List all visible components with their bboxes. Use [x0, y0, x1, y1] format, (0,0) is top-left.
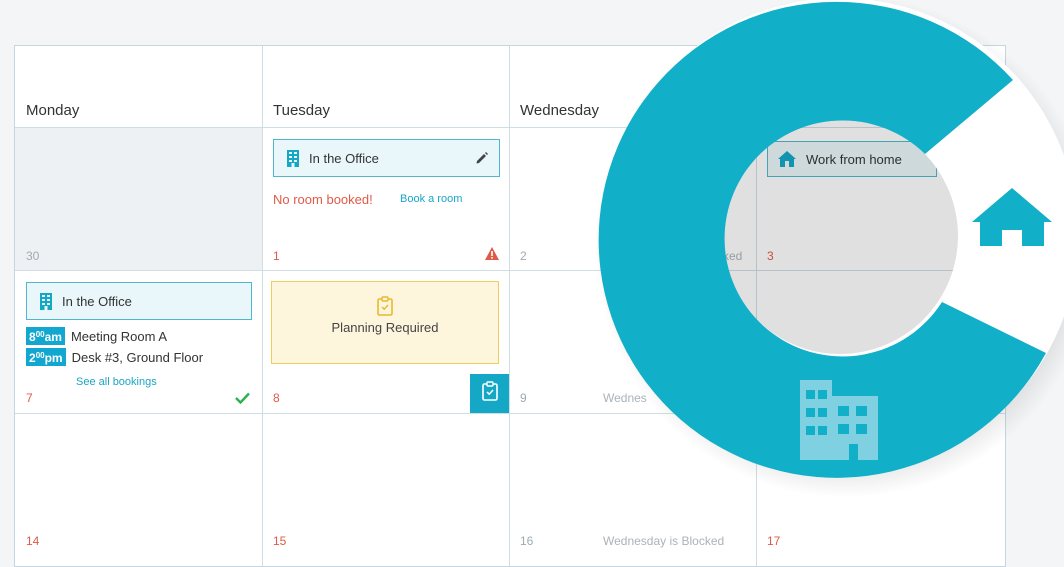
- day-cell-past: [15, 128, 262, 270]
- booking-place: Desk #3, Ground Floor: [71, 349, 204, 365]
- date-number: 2: [520, 249, 527, 263]
- day-header-tuesday: Tuesday: [273, 102, 330, 119]
- see-all-bookings-link[interactable]: See all bookings: [76, 376, 157, 388]
- date-number: 8: [273, 391, 280, 405]
- time-badge: 200pm: [26, 348, 66, 366]
- date-number: 16: [520, 534, 534, 548]
- booking-row[interactable]: 800am Meeting Room A: [26, 327, 167, 345]
- planning-label: Planning Required: [331, 320, 439, 335]
- day-header-wednesday: Wednesday: [520, 102, 599, 119]
- blocked-label-end: ked: [723, 249, 743, 263]
- house-icon: [778, 151, 796, 167]
- planning-required-card[interactable]: Planning Required: [271, 281, 499, 364]
- booking-row[interactable]: 200pm Desk #3, Ground Floor: [26, 348, 203, 366]
- clipboard-icon: [377, 296, 393, 316]
- date-number: 15: [273, 534, 287, 548]
- status-label: In the Office: [62, 293, 132, 309]
- column-divider: [756, 46, 757, 566]
- date-number: 30: [26, 249, 40, 263]
- status-card-office[interactable]: In the Office: [273, 139, 500, 177]
- date-number: 1: [273, 249, 280, 263]
- no-room-warning: No room booked!: [273, 192, 373, 207]
- date-number: 17: [767, 534, 781, 548]
- book-room-link[interactable]: Book a room: [400, 193, 462, 205]
- row-divider: [15, 413, 1005, 414]
- blocked-label: W: [603, 249, 615, 263]
- status-card-home[interactable]: Work from home: [767, 141, 937, 177]
- pencil-icon[interactable]: [475, 151, 489, 168]
- status-card-office[interactable]: In the Office: [26, 282, 252, 320]
- date-number: 7: [26, 391, 33, 405]
- row-divider: [15, 270, 1005, 271]
- date-number: 9: [520, 391, 527, 405]
- status-label: Work from home: [806, 151, 902, 167]
- plan-button[interactable]: [470, 374, 509, 413]
- blocked-label: Wednesday is Blocked: [603, 534, 725, 548]
- date-number: 3: [767, 249, 774, 263]
- building-icon: [40, 292, 52, 310]
- booking-place: Meeting Room A: [70, 328, 168, 344]
- check-icon: [235, 391, 250, 409]
- column-divider: [262, 46, 263, 566]
- calendar-grid: Monday Tuesday Wednesday 30 In the Offic…: [14, 45, 1006, 567]
- building-icon: [287, 149, 299, 167]
- column-divider: [509, 46, 510, 566]
- clipboard-icon: [481, 381, 498, 406]
- date-number: 14: [26, 534, 40, 548]
- day-header-monday: Monday: [26, 102, 80, 119]
- blocked-label: Wednes: [603, 391, 647, 405]
- time-badge: 800am: [26, 327, 65, 345]
- status-label: In the Office: [309, 150, 379, 166]
- warning-icon: [485, 247, 499, 265]
